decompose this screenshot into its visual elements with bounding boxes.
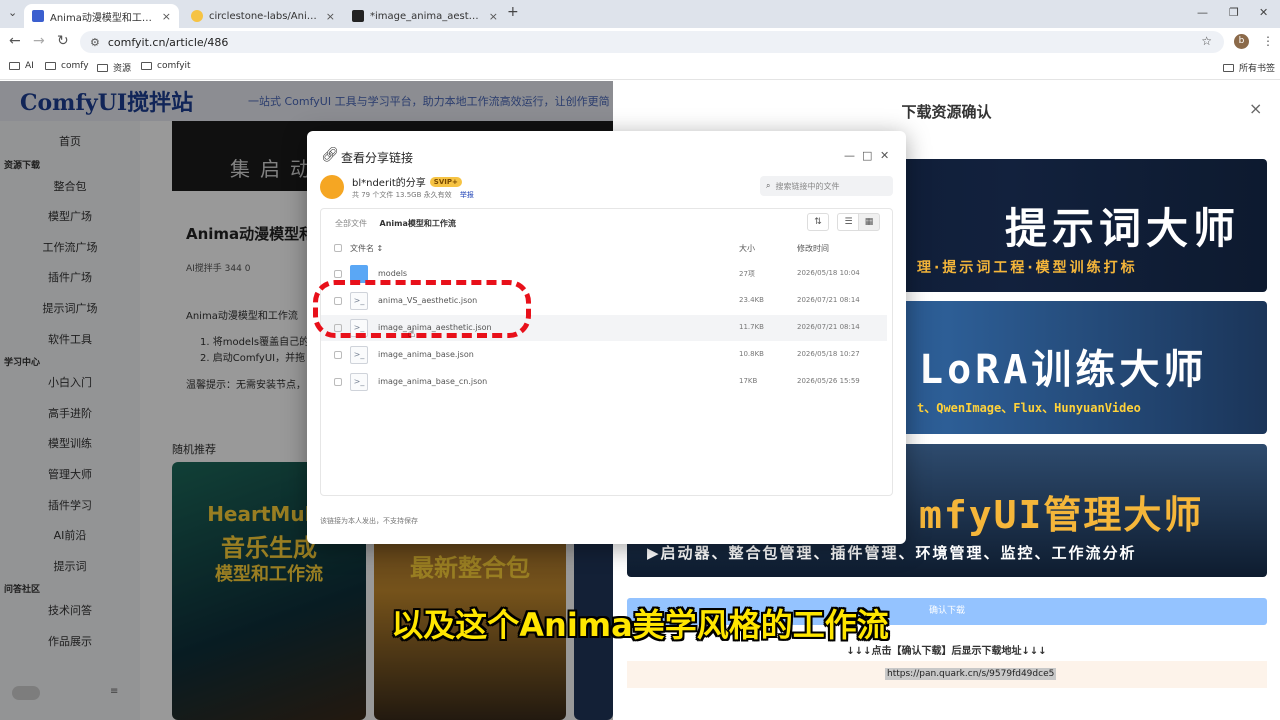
row-checkbox[interactable]: [334, 270, 342, 278]
all-bookmarks[interactable]: 所有书签: [1223, 61, 1275, 74]
tab-comfy-workflow[interactable]: *image_anima_aesthetic - Co ×: [344, 4, 506, 28]
folder-icon: [9, 62, 20, 70]
breadcrumb-current: Anima模型和工作流: [379, 219, 456, 228]
browser-tab-strip: ⌄ Anima动漫模型和工作流 | Com × circlestone-labs…: [0, 0, 1280, 28]
tab-huggingface[interactable]: circlestone-labs/Anima at ma ×: [183, 4, 343, 28]
comfyit-favicon-icon: [32, 10, 44, 22]
mouse-cursor-icon: ☝: [408, 326, 416, 340]
file-search-input[interactable]: ⌕ 搜索链接中的文件: [760, 176, 893, 196]
minimize-icon[interactable]: —: [1197, 6, 1208, 19]
bookmark-comfyit[interactable]: comfyit: [141, 61, 191, 71]
grid-view-icon[interactable]: ▦: [858, 213, 880, 231]
video-subtitle: 以及这个Anima美学风格的工作流: [391, 606, 889, 644]
report-link[interactable]: 举报: [460, 191, 474, 199]
bookmark-ai[interactable]: AI: [9, 61, 34, 71]
dialog-minimize-icon[interactable]: —: [844, 149, 855, 162]
json-file-icon: >_: [350, 373, 368, 391]
download-link-box: https://pan.quark.cn/s/9579fd49dce5: [627, 661, 1267, 688]
address-bar[interactable]: ⚙ comfyit.cn/article/486 ☆: [80, 31, 1224, 53]
dialog-footer-note: 该链接为本人发出，不支持保存: [320, 517, 418, 525]
tab-search-icon[interactable]: ⌄: [8, 6, 17, 19]
menu-dots-icon[interactable]: ⋮: [1262, 34, 1274, 48]
dialog-maximize-icon[interactable]: □: [862, 149, 872, 162]
column-size[interactable]: 大小: [739, 243, 755, 254]
folder-icon: [141, 62, 152, 70]
tab-comfyit[interactable]: Anima动漫模型和工作流 | Com ×: [24, 4, 179, 28]
huggingface-favicon-icon: [191, 10, 203, 22]
maximize-icon[interactable]: ❐: [1229, 6, 1239, 19]
bookmarks-bar: AI comfy 资源 comfyit 所有书签: [0, 56, 1280, 80]
file-list: 全部文件 Anima模型和工作流 ⇅ ☰ ▦ 文件名 ↕ 大小 修改时间 mod…: [320, 208, 893, 496]
file-row[interactable]: >_ image_anima_base_cn.json 17KB 2026/05…: [321, 369, 894, 395]
highlight-annotation: [313, 280, 531, 338]
file-row[interactable]: >_ image_anima_base.json 10.8KB 2026/05/…: [321, 342, 894, 368]
panel-title: 下载资源确认: [901, 103, 992, 121]
owner-avatar: [320, 175, 344, 199]
json-file-icon: >_: [350, 346, 368, 364]
comfy-favicon-icon: [352, 10, 364, 22]
sort-icon[interactable]: ⇅: [807, 213, 829, 231]
browser-toolbar: ← → ↻ ⚙ comfyit.cn/article/486 ☆ b ⋮: [0, 28, 1280, 56]
column-date[interactable]: 修改时间: [797, 243, 829, 254]
folder-icon: [45, 62, 56, 70]
close-tab-icon[interactable]: ×: [326, 10, 335, 23]
bookmark-resources[interactable]: 资源: [97, 61, 131, 74]
breadcrumb: 全部文件 Anima模型和工作流: [335, 218, 456, 229]
dialog-title: 查看分享链接: [341, 151, 414, 165]
svip-badge: SVIP+: [429, 176, 462, 187]
reload-icon[interactable]: ↻: [57, 33, 69, 49]
new-tab-button[interactable]: +: [507, 4, 519, 20]
folder-icon: [1223, 63, 1234, 72]
download-link[interactable]: https://pan.quark.cn/s/9579fd49dce5: [885, 668, 1057, 680]
close-tab-icon[interactable]: ×: [489, 10, 498, 23]
close-icon[interactable]: ×: [1249, 99, 1262, 118]
search-icon: ⌕: [766, 181, 771, 190]
share-owner: bl*nderit的分享 SVIP+: [352, 174, 462, 189]
site-info-icon[interactable]: ⚙: [90, 36, 100, 49]
bookmark-star-icon[interactable]: ☆: [1201, 34, 1212, 48]
share-meta: 共 79 个文件 13.5GB 永久有效 举报: [352, 191, 474, 199]
close-tab-icon[interactable]: ×: [162, 10, 171, 23]
select-all-checkbox[interactable]: [334, 244, 342, 252]
profile-avatar[interactable]: b: [1234, 34, 1249, 49]
link-icon: 🔗︎: [321, 147, 339, 163]
close-window-icon[interactable]: ✕: [1259, 6, 1268, 19]
forward-icon[interactable]: →: [33, 33, 45, 49]
row-checkbox[interactable]: [334, 351, 342, 359]
url-text: comfyit.cn/article/486: [107, 35, 229, 49]
column-name[interactable]: 文件名 ↕: [350, 243, 383, 254]
bookmark-comfy[interactable]: comfy: [45, 61, 89, 71]
breadcrumb-root[interactable]: 全部文件: [335, 219, 367, 228]
dialog-close-icon[interactable]: ✕: [880, 149, 889, 162]
back-icon[interactable]: ←: [9, 33, 21, 49]
folder-icon: [97, 63, 108, 72]
list-view-icon[interactable]: ☰: [837, 213, 859, 231]
row-checkbox[interactable]: [334, 378, 342, 386]
